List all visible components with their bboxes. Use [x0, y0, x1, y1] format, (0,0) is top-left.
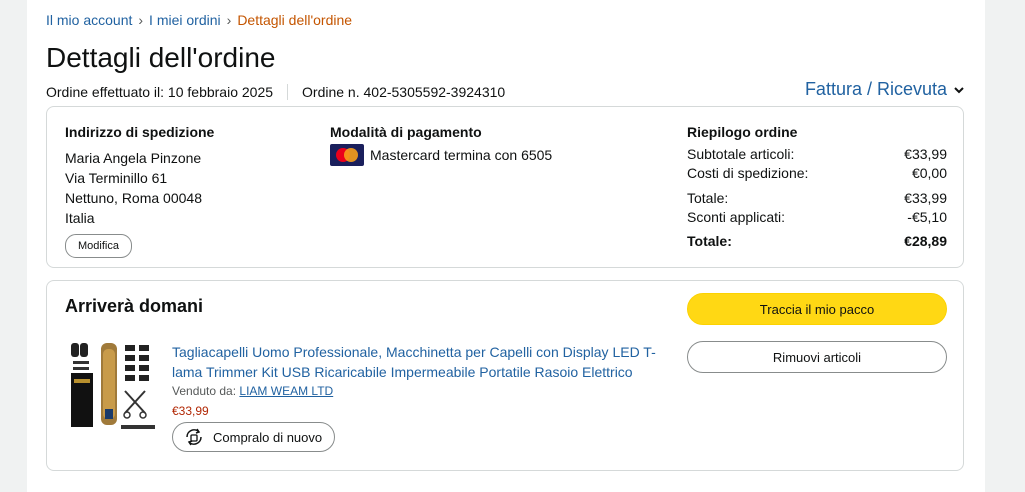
repeat-bag-icon [186, 428, 202, 446]
total-label: Totale: [687, 190, 729, 206]
order-info-card: Indirizzo di spedizione Maria Angela Pin… [46, 106, 964, 268]
summary-total-row: Totale: €33,99 [687, 189, 947, 208]
invoice-dropdown[interactable]: Fattura / Ricevuta [805, 79, 965, 100]
payment-card-ending: termina con 6505 [444, 147, 553, 163]
buy-again-button[interactable]: Compralo di nuovo [172, 422, 336, 452]
subtotal-label: Subtotale articoli: [687, 146, 795, 162]
discount-label: Sconti applicati: [687, 209, 786, 225]
breadcrumb-separator: › [226, 12, 232, 28]
delivery-status: Arriverà domani [65, 296, 204, 316]
invoice-label: Fattura / Ricevuta [804, 79, 947, 99]
grand-total-label: Totale: [687, 233, 732, 249]
address-city: Nettuno, Roma 00048 [65, 190, 202, 206]
address-country: Italia [65, 210, 95, 226]
breadcrumb-separator: › [138, 12, 144, 28]
payment-method-name: Mastercard [370, 147, 441, 163]
remove-items-button[interactable]: Rimuovi articoli [687, 341, 947, 373]
payment-method: Modalità di pagamento Mastercard termina… [330, 124, 552, 166]
order-details-page: Il mio account › I miei ordini › Dettagli de… [27, 0, 985, 492]
seller-info: Venduto da: LIAM WEAM LTD [172, 384, 333, 398]
page-title: Dettagli dell'ordine [46, 42, 276, 73]
seller-prefix: Venduto da: [172, 384, 237, 398]
order-date: Ordine effettuato il: 10 febbraio 2025 [46, 84, 274, 100]
shipping-cost-value: €0,00 [911, 165, 947, 181]
buy-again-label: Compralo di nuovo [213, 429, 323, 445]
breadcrumb-my-orders[interactable]: I miei ordini [149, 12, 221, 28]
order-number: Ordine n. 402-5305592-3924310 [302, 84, 506, 100]
summary-shipping-row: Costi di spedizione: €0,00 [687, 164, 947, 183]
address-street: Via Terminillo 61 [65, 170, 168, 186]
grand-total-value: €28,89 [904, 233, 947, 249]
meta-divider [287, 84, 289, 100]
subtotal-value: €33,99 [904, 146, 947, 162]
breadcrumb-my-account[interactable]: Il mio account [46, 12, 132, 28]
order-meta: Ordine effettuato il: 10 febbraio 2025 O… [46, 84, 505, 100]
summary-discount-row: Sconti applicati: -€5,10 [687, 208, 947, 227]
shipping-heading: Indirizzo di spedizione [65, 124, 215, 140]
summary-grand-total-row: Totale: €28,89 [687, 232, 947, 251]
shipment-card: Arriverà domani Tagliacapelli Uomo Profe… [46, 280, 964, 471]
product-price: €33,99 [172, 404, 209, 418]
payment-heading: Modalità di pagamento [330, 124, 482, 140]
product-image[interactable] [69, 339, 161, 433]
shipping-cost-label: Costi di spedizione: [687, 165, 809, 181]
seller-link[interactable]: LIAM WEAM LTD [239, 384, 333, 398]
product-title-link[interactable]: Tagliacapelli Uomo Professionale, Macchi… [172, 342, 662, 382]
discount-value: -€5,10 [907, 209, 947, 225]
summary-subtotal-row: Subtotale articoli: €33,99 [687, 145, 947, 164]
mastercard-logo-icon [330, 144, 364, 166]
track-package-button[interactable]: Traccia il mio pacco [687, 293, 947, 325]
breadcrumb: Il mio account › I miei ordini › Dettagli de… [46, 12, 352, 28]
shipping-address: Indirizzo di spedizione Maria Angela Pin… [65, 124, 214, 258]
edit-address-button[interactable]: Modifica [65, 234, 132, 258]
chevron-down-icon [954, 86, 964, 93]
summary-heading: Riepilogo ordine [687, 124, 798, 140]
total-value: €33,99 [904, 190, 947, 206]
breadcrumb-current: Dettagli dell'ordine [237, 12, 353, 28]
address-name: Maria Angela Pinzone [65, 150, 202, 166]
order-summary: Riepilogo ordine Subtotale articoli: €33… [687, 124, 947, 251]
